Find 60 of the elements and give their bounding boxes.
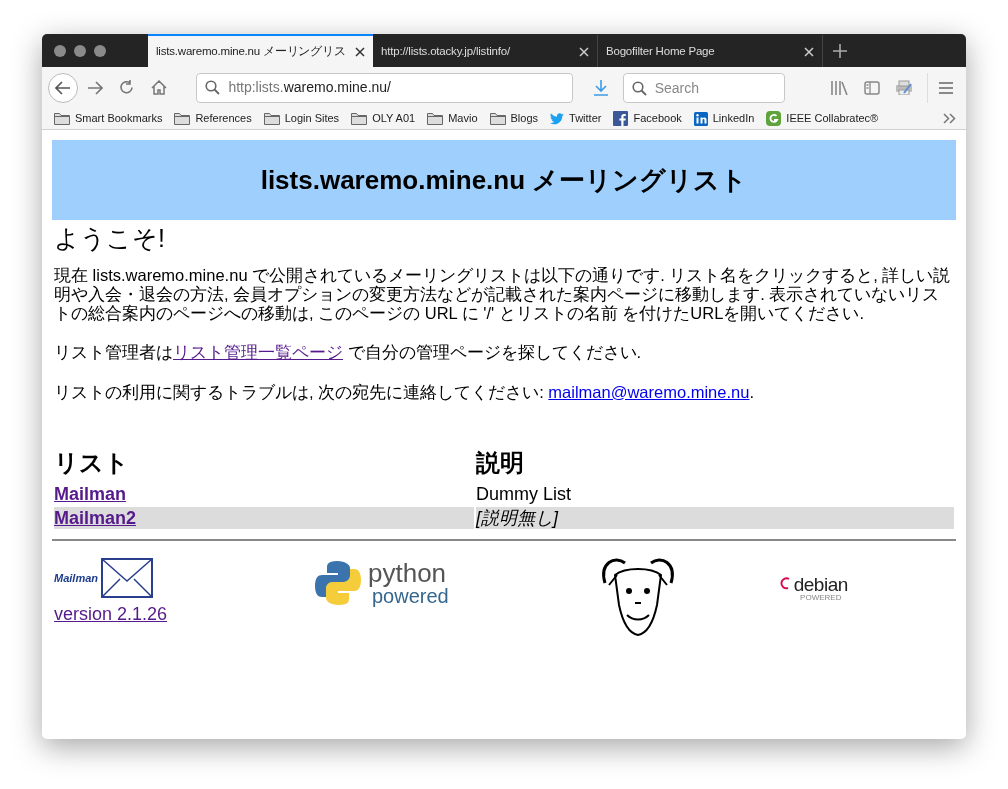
search-field[interactable]: Search	[622, 72, 785, 103]
folder-icon	[174, 112, 191, 125]
minimize-window-button[interactable]	[74, 44, 86, 57]
forward-arrow-icon	[87, 80, 104, 95]
intro-paragraph: 現在 lists.waremo.mine.nu で公開されているメーリングリストは以下の通りです. リスト名をクリックすると, 詳しい説明や入会・退会の方法, 会員オプションの変更方法などが記載された案内ページに移動します. 表示されていないリストの総合案内のページへの移動は, このページの URL に '/' とリストの名前 を付けたURLを開いてください.	[54, 266, 952, 323]
url-text: http:lists.waremo.mine.nu/	[228, 78, 391, 97]
bookmark-item[interactable]: Facebook	[613, 110, 682, 127]
more-bookmarks-button[interactable]	[943, 113, 956, 124]
list-name-link[interactable]: Mailman	[54, 483, 127, 504]
plus-icon	[833, 43, 847, 58]
browser-tab[interactable]: lists.waremo.mine.nu メーリングリス	[148, 34, 373, 67]
version-link[interactable]: version 2.1.26	[54, 600, 168, 628]
welcome-heading: ようこそ!	[54, 223, 165, 253]
zoom-window-button[interactable]	[94, 44, 106, 57]
reload-icon	[119, 80, 135, 95]
bookmark-item[interactable]: IEEE Collabratec®	[766, 110, 879, 127]
folder-icon	[263, 112, 280, 125]
close-window-button[interactable]	[54, 44, 66, 57]
folder-icon	[54, 112, 70, 125]
close-tab-icon[interactable]	[355, 46, 365, 57]
folder-icon	[427, 112, 444, 125]
email-link[interactable]: mailman@waremo.mine.nu	[548, 382, 750, 401]
books-icon	[831, 80, 850, 95]
contact-paragraph: リストの利用に関するトラブルは, 次の宛先に連絡してください: mailman@waremo.mine.nu.	[54, 381, 755, 403]
description-cell-text: Dummy List	[476, 482, 572, 505]
printer-icon	[894, 80, 913, 95]
bookmark-item[interactable]: Twitter	[550, 110, 602, 127]
search-icon	[205, 80, 221, 95]
sidebar-icon	[864, 80, 881, 95]
folder-icon	[489, 112, 506, 125]
facebook-icon	[613, 111, 629, 126]
bookmark-item[interactable]: Login Sites	[263, 110, 340, 127]
debian-powered-logo: debian POWERED	[778, 574, 848, 602]
folder-icon	[351, 112, 368, 125]
column-header: リスト	[54, 447, 130, 478]
back-button[interactable]	[48, 72, 78, 103]
python-powered-logo: python powered	[314, 558, 449, 607]
column-header: 説明	[476, 447, 525, 478]
bookmark-item[interactable]: References	[174, 110, 252, 127]
search-icon	[631, 80, 647, 96]
home-icon	[150, 80, 167, 95]
leaf-logo-icon	[766, 111, 782, 126]
bird-icon	[550, 112, 565, 125]
download-arrow-icon	[593, 79, 608, 96]
bookmark-item[interactable]: OLY A01	[351, 110, 416, 127]
bookmark-item[interactable]: Mavio	[427, 110, 478, 127]
bookmark-item[interactable]: Blogs	[489, 110, 539, 127]
address-bar[interactable]: http:lists.waremo.mine.nu/	[196, 72, 574, 103]
description-cell: [説明無し]	[476, 506, 954, 529]
bookmark-item[interactable]: Smart Bookmarks	[54, 110, 163, 127]
chevrons-icon	[943, 113, 956, 124]
mailman-logo: Mailman	[54, 552, 154, 601]
bookmark-item[interactable]: LinkedIn	[693, 110, 755, 127]
list-name-link[interactable]: Mailman2	[54, 507, 137, 528]
back-arrow-icon	[54, 80, 71, 95]
admin-list-link[interactable]: リスト管理一覧ページ	[173, 343, 343, 361]
banner-title: lists.waremo.mine.nu メーリングリスト	[260, 163, 748, 197]
linkedin-icon	[693, 111, 708, 126]
admin-paragraph: リスト管理者は リスト管理一覧ページ で自分の管理ページを探してください.	[54, 342, 643, 363]
menu-icon	[939, 81, 954, 94]
